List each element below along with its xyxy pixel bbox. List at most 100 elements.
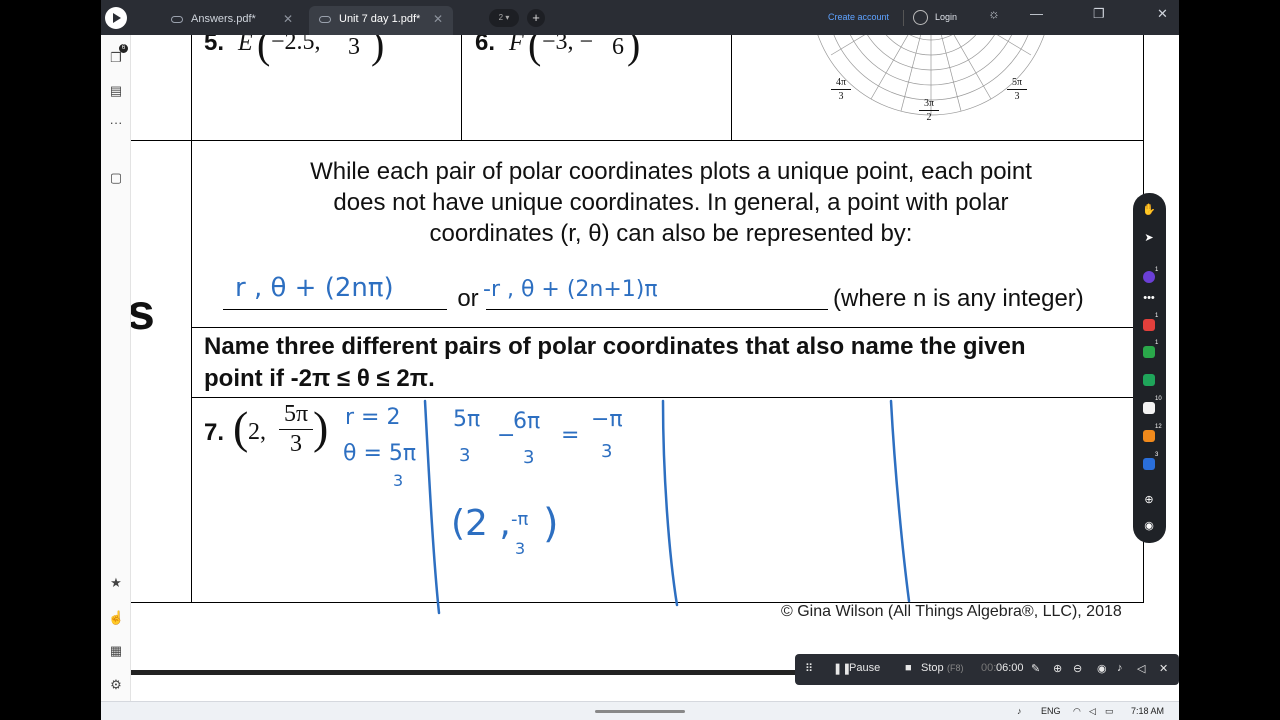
book-icon[interactable]: ▤ <box>108 83 124 99</box>
speaker-icon[interactable]: ◁ <box>1137 662 1145 675</box>
close-tab-icon[interactable]: ✕ <box>283 6 293 33</box>
whats-new-icon[interactable]: ☼ <box>988 6 1000 21</box>
pen-red-icon[interactable] <box>1143 319 1155 331</box>
zoom-out-icon[interactable]: ⊖ <box>1073 662 1082 675</box>
microphone-icon[interactable]: ♪ <box>1117 662 1123 674</box>
right-paren: ) <box>371 35 385 67</box>
tab-label: Unit 7 day 1.pdf* <box>339 13 421 25</box>
home-indicator[interactable] <box>595 710 685 713</box>
left-rail: ❐ 6 ▤ ··· ▢ ★ ☝ ▦ ⚙ <box>101 35 131 720</box>
stop-icon[interactable]: ■ <box>905 662 912 674</box>
tool-badge: 3 <box>1155 452 1159 458</box>
clock[interactable]: 7:18 AM <box>1131 706 1164 716</box>
drag-handle-icon[interactable]: ⠿ <box>805 662 813 675</box>
label-num: 5π <box>1011 77 1023 88</box>
label-den: 2 <box>926 112 932 123</box>
pen-green-icon[interactable] <box>1143 346 1155 358</box>
settings-icon[interactable]: ⚙ <box>108 677 124 693</box>
create-account-link[interactable]: Create account <box>828 12 889 22</box>
coordinate: −2.5, <box>271 35 321 55</box>
fraction: 3 <box>339 35 369 61</box>
pointer-tool-icon[interactable]: ➤ <box>1142 231 1156 245</box>
cloud-icon <box>171 16 183 23</box>
cloud-icon <box>319 16 331 23</box>
app-logo-icon[interactable] <box>105 7 127 29</box>
wifi-icon[interactable]: ◠ <box>1073 706 1081 717</box>
record-icon[interactable]: ◉ <box>1142 519 1156 533</box>
paragraph-line-1: While each pair of polar coordinates plo… <box>310 158 1032 185</box>
close-icon[interactable]: ✕ <box>1159 662 1168 675</box>
package-icon[interactable]: ▦ <box>108 643 124 659</box>
handwriting-blank-2: -r , θ + (2n+1)π <box>483 277 658 302</box>
coordinate: −3, − <box>542 35 594 55</box>
pen-icon[interactable]: ✎ <box>1031 662 1040 675</box>
left-paren: ( <box>528 35 542 67</box>
star-icon[interactable]: ★ <box>108 575 124 591</box>
microphone-icon[interactable]: ♪ <box>1017 706 1022 716</box>
table-border <box>461 35 462 140</box>
label-num: 3π <box>923 98 935 109</box>
right-paren: ) <box>627 35 641 67</box>
pause-button[interactable]: Pause <box>849 662 880 674</box>
hand-icon[interactable]: ☝ <box>108 610 124 626</box>
page-count-dropdown[interactable]: 2 ▾ <box>489 9 519 27</box>
blank-line-1 <box>223 309 447 310</box>
eraser-icon[interactable] <box>1143 402 1155 414</box>
minimize-icon[interactable]: — <box>1030 6 1043 21</box>
stop-button[interactable]: Stop <box>921 662 944 674</box>
problem-6: 6. F <box>475 35 524 57</box>
tab-label: Answers.pdf* <box>191 13 256 25</box>
tab-answers[interactable]: Answers.pdf* ✕ <box>161 6 303 35</box>
language-indicator[interactable]: ENG <box>1041 706 1061 716</box>
or-word: or <box>457 285 479 312</box>
more-icon[interactable]: ··· <box>108 115 124 131</box>
polar-label-4pi-3: 4π 3 <box>831 77 851 102</box>
close-window-icon[interactable]: ✕ <box>1157 6 1168 22</box>
paragraph-line-2: does not have unique coordinates. In gen… <box>333 189 1009 216</box>
maximize-icon[interactable]: ❐ <box>1093 6 1105 22</box>
user-icon[interactable] <box>913 10 928 25</box>
os-taskbar: ♪ ENG ◠ ◁ ▭ 7:18 AM <box>101 701 1179 720</box>
page-count-value: 2 <box>498 13 504 22</box>
label-den: 3 <box>838 91 844 102</box>
battery-icon[interactable]: ▭ <box>1105 706 1114 717</box>
point-label: E <box>238 35 253 56</box>
add-tool-icon[interactable]: ⊕ <box>1142 493 1156 507</box>
polar-grid <box>817 35 1045 116</box>
tab-unit7[interactable]: Unit 7 day 1.pdf* ✕ <box>309 6 453 35</box>
pages-badge: 6 <box>119 44 128 53</box>
left-paren: ( <box>257 35 271 67</box>
table-border <box>191 327 1143 328</box>
eye-icon[interactable]: ◉ <box>1097 662 1107 675</box>
text-tool-icon[interactable] <box>1143 374 1155 386</box>
timer-prefix: 00: <box>981 662 997 674</box>
paragraph-line-3: coordinates (r, θ) can also be represent… <box>429 220 913 247</box>
tool-badge: 1 <box>1155 267 1159 273</box>
stamp-icon[interactable] <box>1143 430 1155 442</box>
new-tab-button[interactable]: + <box>527 9 545 27</box>
instruction-line-2: point if -2π ≤ θ ≤ 2π. <box>204 365 435 392</box>
zoom-in-icon[interactable]: ⊕ <box>1053 662 1062 675</box>
tool-badge: 12 <box>1155 424 1162 430</box>
polar-label-3pi-2: 3π 2 <box>919 98 939 123</box>
point-label: F <box>509 35 524 56</box>
close-tab-icon[interactable]: ✕ <box>433 6 443 33</box>
hand-tool-icon[interactable]: ✋ <box>1142 203 1156 217</box>
instruction-line-1: Name three different pairs of polar coor… <box>204 333 1026 360</box>
pen-purple-icon[interactable] <box>1143 271 1155 283</box>
title-bar: Answers.pdf* ✕ Unit 7 day 1.pdf* ✕ 2 ▾ +… <box>101 0 1179 35</box>
problem-5: 5. E <box>204 35 253 57</box>
tool-badge: 10 <box>1155 396 1162 402</box>
copyright-footer: © Gina Wilson (All Things Algebra®, LLC)… <box>781 603 1122 620</box>
table-border <box>731 35 732 140</box>
margin-letter: s <box>131 284 155 340</box>
volume-icon[interactable]: ◁ <box>1089 706 1096 717</box>
login-link[interactable]: Login <box>935 12 957 22</box>
recording-bar: ⠿ ❚❚ Pause ■ Stop (F8) 00: 06:00 ✎ ⊕ ⊖ ◉… <box>795 654 1179 685</box>
document-icon[interactable]: ▢ <box>108 170 124 186</box>
more-icon[interactable]: ••• <box>1142 291 1156 305</box>
stop-shortcut: (F8) <box>947 663 964 673</box>
shape-icon[interactable] <box>1143 458 1155 470</box>
pdf-page: 5. E ( −2.5, 3 ) 6. F ( −3, − 6 ) 4π 3 3… <box>131 35 1179 675</box>
fraction-denominator: 6 <box>612 35 624 60</box>
